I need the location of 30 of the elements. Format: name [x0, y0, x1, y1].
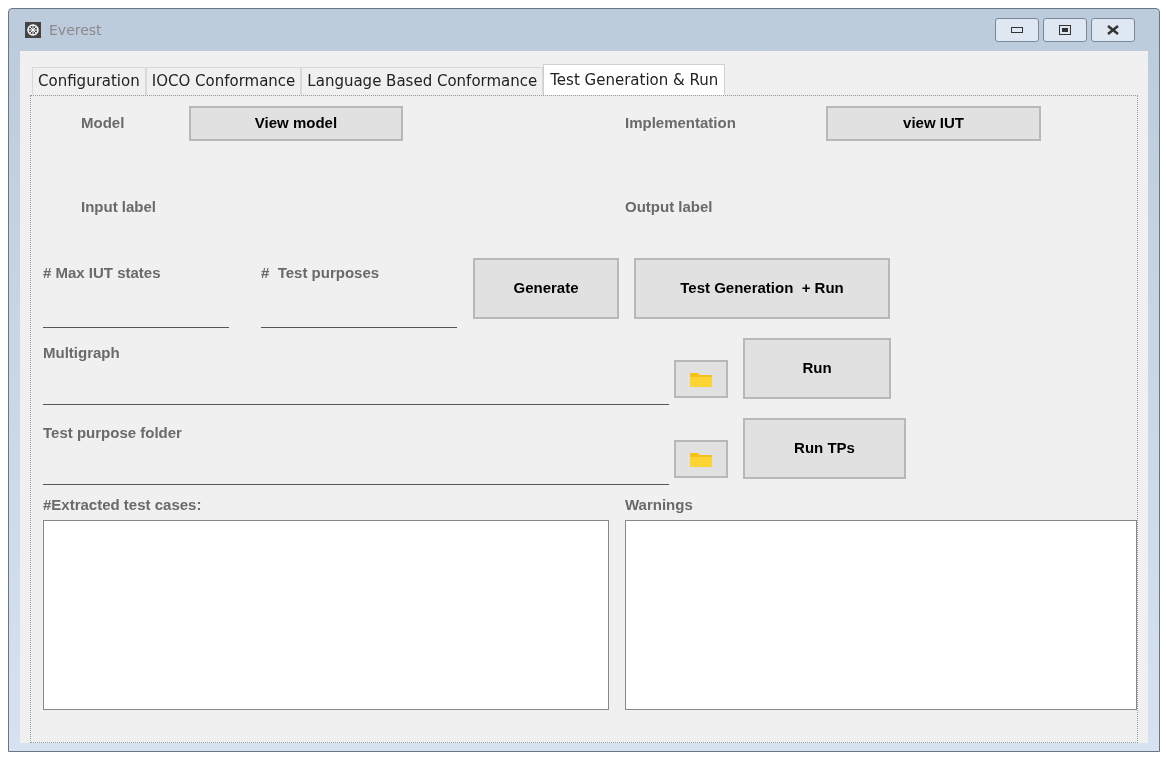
field-label: Multigraph [43, 343, 121, 363]
field-label: Model [81, 112, 126, 133]
field-label: # Max IUT states [43, 263, 162, 283]
run-tps-button[interactable]: Run TPs [743, 418, 906, 479]
field-label: # Test purposes [261, 263, 381, 283]
field-label: Input label [81, 197, 157, 217]
field-label: #Extracted test cases: [43, 494, 203, 515]
close-icon [1106, 25, 1120, 35]
window-title: Everest [49, 20, 102, 40]
maximize-button[interactable] [1043, 18, 1087, 42]
view-model-button[interactable]: View model [189, 105, 403, 141]
folder-icon [690, 451, 712, 467]
generate-button[interactable]: Generate [473, 258, 619, 319]
view-iut-button[interactable]: view IUT [826, 105, 1041, 141]
minimize-button[interactable] [995, 18, 1039, 42]
app-icon [25, 22, 41, 38]
maximize-icon [1059, 25, 1071, 35]
test-generation-run-button[interactable]: Test Generation + Run [634, 258, 890, 319]
field-label: Implementation [625, 112, 737, 133]
tab[interactable]: Test Generation & Run [543, 64, 726, 96]
run-button[interactable]: Run [743, 338, 891, 399]
field-label: Test purpose folder [43, 423, 183, 443]
tab[interactable]: IOCO Conformance [145, 67, 302, 95]
field-label: Output label [625, 197, 713, 217]
minimize-icon [1011, 27, 1023, 33]
field-label: Warnings [625, 494, 693, 515]
folder-icon [690, 371, 712, 387]
tab[interactable]: Language Based Conformance [301, 67, 544, 95]
close-button[interactable] [1091, 18, 1135, 42]
tab[interactable]: Configuration [32, 67, 146, 95]
